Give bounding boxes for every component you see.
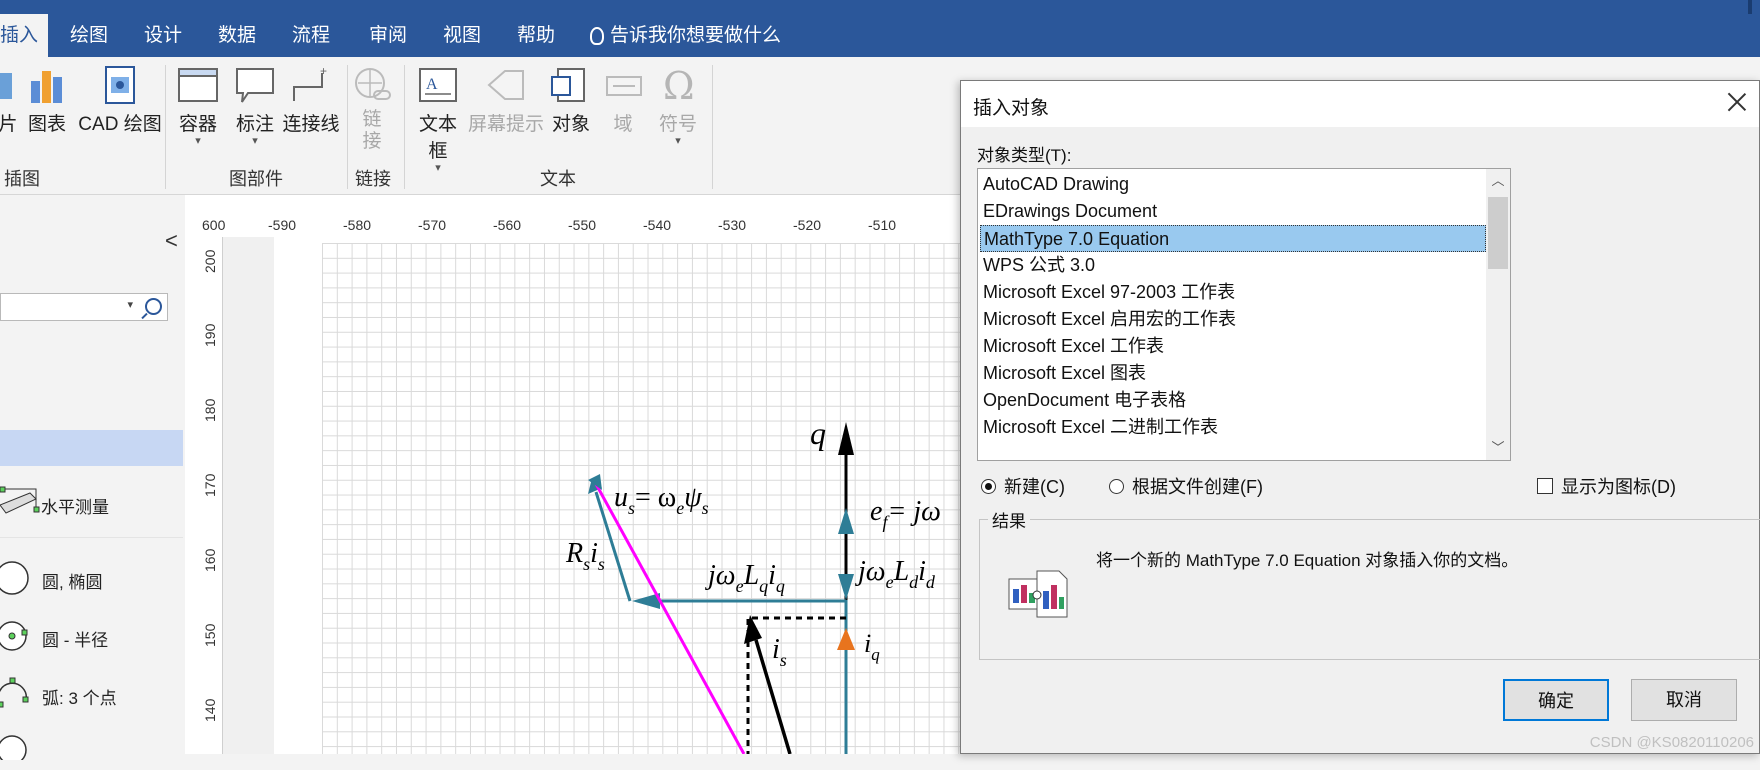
object-type-list[interactable]: AutoCAD Drawing EDrawings Document MathT… <box>977 168 1511 461</box>
object-type-label: 对象类型(T): <box>977 146 1072 165</box>
dashed-projection <box>746 616 846 754</box>
radio-dot-icon <box>1109 479 1124 494</box>
jwldid-label: jωeLdid <box>855 556 936 592</box>
embedded-object-icon <box>1008 570 1068 618</box>
list-item[interactable]: WPS 公式 3.0 <box>980 252 1486 279</box>
chevron-down-icon[interactable]: ﹀ <box>1486 436 1510 460</box>
close-icon[interactable] <box>1725 90 1749 114</box>
watermark: CSDN @KS0820110206 <box>1589 734 1754 751</box>
display-as-icon-label: 显示为图标(D) <box>1561 477 1676 497</box>
list-item[interactable]: Microsoft Excel 工作表 <box>980 333 1486 360</box>
list-item[interactable]: Microsoft Excel 二进制工作表 <box>980 414 1486 441</box>
iq-label: iq <box>864 629 880 664</box>
display-as-icon-checkbox[interactable]: 显示为图标(D) <box>1537 473 1676 499</box>
ef-label: ef= jω <box>870 496 941 532</box>
us-vector[interactable] <box>594 483 746 754</box>
list-item[interactable]: EDrawings Document <box>980 198 1486 225</box>
list-scrollbar[interactable]: ︿ ﹀ <box>1486 169 1510 460</box>
ok-button[interactable]: 确定 <box>1503 679 1609 721</box>
list-item[interactable]: OpenDocument 电子表格 <box>980 387 1486 414</box>
chevron-up-icon[interactable]: ︿ <box>1486 169 1510 193</box>
q-label: q <box>810 415 826 451</box>
cancel-button[interactable]: 取消 <box>1631 679 1737 721</box>
radio-create-new[interactable]: 新建(C) <box>981 473 1065 499</box>
scrollbar-thumb[interactable] <box>1488 197 1508 269</box>
radio-create-new-label: 新建(C) <box>1004 477 1065 497</box>
list-item[interactable]: Microsoft Excel 97-2003 工作表 <box>980 279 1486 306</box>
dialog-title-bar: 插入对象 <box>961 81 1759 127</box>
us-label: us= ωeψs <box>614 482 709 518</box>
insert-object-dialog: 插入对象 对象类型(T): AutoCAD Drawing EDrawings … <box>960 80 1760 754</box>
radio-dot-icon <box>981 479 996 494</box>
iq-arrowhead <box>837 628 855 650</box>
result-label: 结果 <box>988 507 1030 532</box>
jwldid-arrowhead <box>838 574 854 600</box>
q-axis-arrowhead <box>838 422 854 455</box>
list-item[interactable]: Microsoft Excel 图表 <box>980 360 1486 387</box>
dialog-title: 插入对象 <box>973 98 1050 119</box>
result-group <box>979 519 1760 660</box>
radio-create-from-file[interactable]: 根据文件创建(F) <box>1109 473 1263 499</box>
list-item-selected[interactable]: MathType 7.0 Equation <box>980 225 1486 252</box>
radio-create-from-file-label: 根据文件创建(F) <box>1132 477 1263 497</box>
checkbox-icon <box>1537 478 1553 494</box>
ef-arrowhead <box>838 508 854 534</box>
rsis-label: Rsis <box>565 538 605 574</box>
result-description: 将一个新的 MathType 7.0 Equation 对象插入你的文档。 <box>1096 551 1519 570</box>
list-item[interactable]: AutoCAD Drawing <box>980 171 1486 198</box>
list-item[interactable]: Microsoft Excel 启用宏的工作表 <box>980 306 1486 333</box>
is-label: is <box>772 634 787 670</box>
jwlqiq-label: jωeLqiq <box>705 560 785 596</box>
